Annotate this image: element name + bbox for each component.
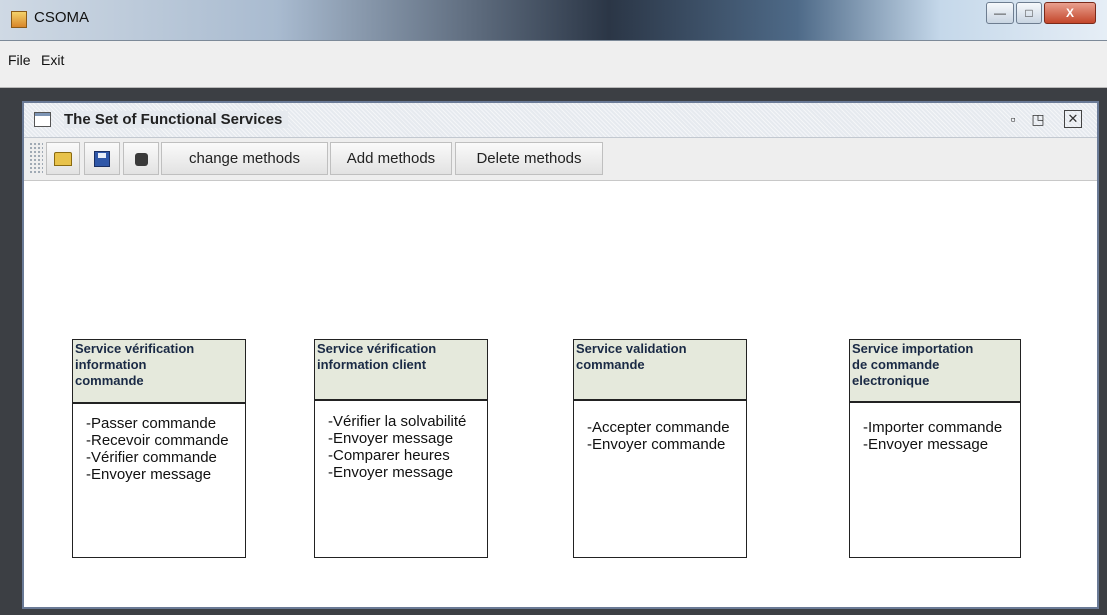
menu-file[interactable]: File [8,52,31,68]
method-item: -Importer commande [863,419,1003,436]
open-folder-icon [54,152,72,167]
window-title: CSOMA [34,9,90,26]
add-methods-button[interactable]: Add methods [330,142,452,175]
service-title-line: Service validation [576,341,687,356]
service-box[interactable]: Service vérification information command… [72,339,246,558]
service-title-line: information client [317,357,427,372]
menu-exit[interactable]: Exit [41,52,64,68]
service-title-line: information [75,357,147,372]
frame-close-icon[interactable]: ✕ [1064,110,1082,128]
method-item: -Comparer heures [328,447,450,464]
services-canvas: Service vérification information command… [24,181,1097,607]
method-item: -Envoyer message [863,436,989,453]
service-title: Service validation commande [573,340,747,401]
service-title-line: Service vérification [317,341,437,356]
open-button[interactable] [46,142,80,175]
close-button[interactable]: X [1044,2,1096,24]
method-item: -Passer commande [86,415,217,432]
save-disk-icon [94,151,110,168]
toolbar-grip[interactable] [29,142,43,175]
method-item: -Vérifier commande [86,449,217,466]
frame-title-bar[interactable]: The Set of Functional Services ▫ ◳ ✕ [24,103,1097,138]
service-box[interactable]: Service importation de commande electron… [849,339,1021,558]
menu-bar: File Exit [0,41,1107,88]
service-methods: -Importer commande -Envoyer message [850,419,1020,453]
frame-title: The Set of Functional Services [64,111,289,128]
method-item: -Recevoir commande [86,432,229,449]
run-button[interactable] [123,142,159,175]
service-methods: -Accepter commande -Envoyer commande [574,419,746,453]
save-button[interactable] [84,142,120,175]
method-item: -Envoyer commande [587,436,726,453]
frame-maximize-icon[interactable]: ◳ [1029,110,1047,128]
window-title-bar: CSOMA — □ X [0,0,1107,41]
service-box[interactable]: Service validation commande -Accepter co… [573,339,747,558]
minimize-button[interactable]: — [986,2,1014,24]
frame-iconify-icon[interactable]: ▫ [1004,110,1022,128]
functional-services-frame: The Set of Functional Services ▫ ◳ ✕ cha… [22,101,1099,609]
java-app-icon [11,11,27,28]
service-title-line: commande [576,357,645,372]
toolbar: change methods Add methods Delete method… [24,138,1097,181]
method-item: -Envoyer message [328,430,454,447]
service-title-line: de commande [852,357,940,372]
service-title-line: Service importation [852,341,974,356]
method-item: -Envoyer message [86,466,212,483]
maximize-button[interactable]: □ [1016,2,1042,24]
method-item: -Vérifier la solvabilité [328,413,467,430]
service-methods: -Passer commande -Recevoir commande -Vér… [73,415,245,483]
method-item: -Envoyer message [328,464,454,481]
frame-icon [34,112,51,127]
service-title: Service vérification information client [314,340,488,401]
service-title-line: electronique [852,373,930,388]
delete-methods-button[interactable]: Delete methods [455,142,603,175]
service-title-line: commande [75,373,144,388]
service-title: Service vérification information command… [72,340,246,404]
method-item: -Accepter commande [587,419,730,436]
service-box[interactable]: Service vérification information client … [314,339,488,558]
service-title-line: Service vérification [75,341,195,356]
service-title: Service importation de commande electron… [849,340,1021,403]
service-methods: -Vérifier la solvabilité -Envoyer messag… [315,413,487,481]
change-methods-button[interactable]: change methods [161,142,328,175]
run-icon [134,152,148,166]
